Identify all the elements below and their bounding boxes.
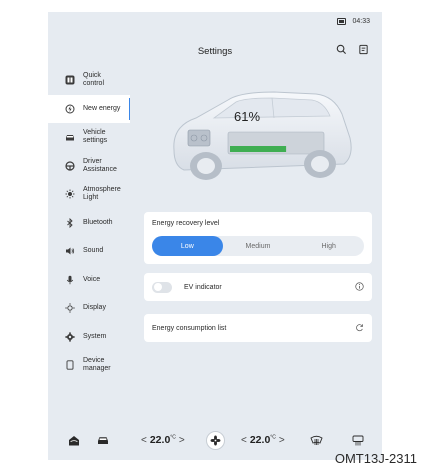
sidebar-item-bluetooth[interactable]: Bluetooth [48,209,138,238]
climate-bar: < 22.0°C > < 22.0°C > [48,422,382,460]
energy-recovery-card: Energy recovery level Low Medium High [144,212,372,264]
status-time: 04:33 [352,18,370,25]
search-icon[interactable] [334,42,348,56]
battery-icon [337,18,347,25]
notes-icon[interactable] [356,42,370,56]
sidebar-item-label: Sound [83,247,104,255]
left-temperature-control: < 22.0°C > [141,434,185,446]
home-icon[interactable] [68,435,80,446]
left-temp-value: 22.0 [149,434,171,446]
page-title: Settings [197,46,233,57]
sidebar-item-label: Display [83,304,106,312]
battery-percentage: 61% [234,109,261,124]
left-temp-increase[interactable]: > [179,435,185,446]
battery-level-bar [230,146,287,152]
left-temp-decrease[interactable]: < [141,435,147,446]
fan-icon[interactable] [206,431,225,450]
bluetooth-icon [64,217,75,228]
ev-indicator-card: EV indicator [144,273,372,301]
light-icon [64,189,75,200]
energy-recovery-title: Energy recovery level [152,220,220,227]
energy-consumption-card[interactable]: Energy consumption list [144,314,372,342]
settings-screen: 04:33 Settings Quick control New energy … [48,12,382,460]
steering-wheel-icon [64,160,75,171]
ev-indicator-label: EV indicator [184,283,222,291]
sidebar-item-label: Voice [83,275,101,283]
car-icon[interactable] [97,435,109,445]
energy-consumption-label: Energy consumption list [152,324,227,332]
right-temp-increase[interactable]: > [279,435,285,446]
sidebar-item-label: Driver Assistance [83,157,117,173]
sidebar-item-voice[interactable]: Voice [48,266,138,295]
sidebar-item-device-manager[interactable]: Device manager [48,351,138,380]
sidebar-item-vehicle-settings[interactable]: Vehicle settings [48,123,138,152]
sidebar-item-display[interactable]: Display [48,294,138,323]
sidebar-item-quick-control[interactable]: Quick control [48,66,138,95]
new-energy-icon [64,103,75,114]
sidebar-item-atmosphere-light[interactable]: Atmosphere Light [48,180,138,209]
recovery-option-high[interactable]: High [293,236,364,256]
sidebar-item-new-energy[interactable]: New energy [48,94,130,123]
info-icon[interactable] [355,278,364,296]
microphone-icon [64,274,75,285]
sidebar: Quick control New energy Vehicle setting… [48,66,138,380]
sidebar-item-sound[interactable]: Sound [48,237,138,266]
vehicle-illustration [144,78,372,198]
ev-indicator-toggle[interactable] [152,281,172,293]
left-temp-unit: °C [170,434,176,441]
gear-icon [64,331,75,342]
sidebar-item-label: New energy [83,104,121,112]
brightness-icon [64,303,75,314]
front-wheel [190,152,222,180]
recovery-option-low[interactable]: Low [152,236,223,256]
right-temp-value: 22.0 [249,434,271,446]
refresh-icon[interactable] [355,319,364,337]
figure-caption: OMT13J-2311 [334,451,417,466]
sidebar-item-driver-assistance[interactable]: Driver Assistance [48,152,138,181]
rear-defrost-icon[interactable] [352,435,364,446]
energy-recovery-segmented-control: Low Medium High [152,236,364,256]
windshield-defrost-icon[interactable] [310,435,323,446]
rear-wheel [304,150,336,178]
figure: 04:33 Settings Quick control New energy … [0,0,421,470]
sidebar-item-system[interactable]: System [48,323,138,352]
sidebar-item-label: Atmosphere Light [83,186,121,202]
recovery-option-medium[interactable]: Medium [223,236,294,256]
sidebar-item-label: Vehicle settings [83,129,108,145]
right-temperature-control: < 22.0°C > [241,434,285,446]
right-temp-decrease[interactable]: < [241,435,247,446]
sidebar-item-label: Quick control [83,72,105,88]
sidebar-item-label: Device manager [83,357,111,373]
quick-control-icon [64,75,75,86]
right-temp-unit: °C [270,434,276,441]
device-icon [64,360,75,371]
speaker-icon [64,246,75,257]
sidebar-item-label: Bluetooth [83,218,113,226]
car-icon [64,132,75,143]
status-bar: 04:33 [337,18,370,25]
sidebar-item-label: System [83,332,107,340]
